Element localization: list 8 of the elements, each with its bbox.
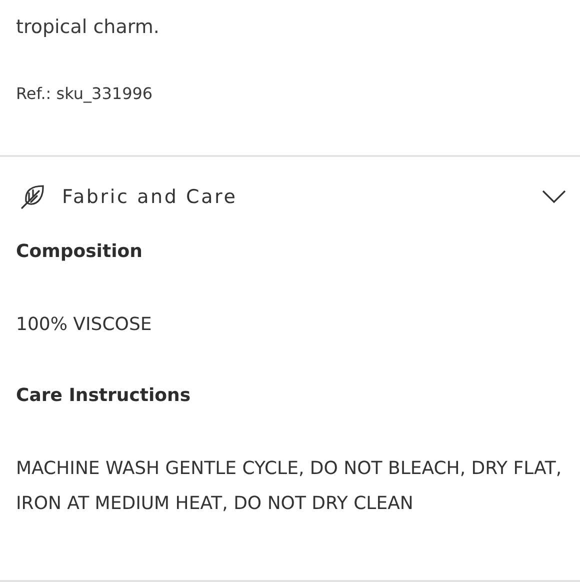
chevron-icon xyxy=(542,190,566,204)
description-text: tropical charm. xyxy=(16,15,160,40)
section-heading: Care Instructions xyxy=(16,384,192,408)
section-text: 100% VISCOSE xyxy=(16,313,153,337)
leaf-icon xyxy=(20,184,46,210)
section-text: MACHINE WASH GENTLE CYCLE, DO NOT BLEACH, DRY FLAT, IRON AT MEDIUM HEAT, DO NOT DRY CLEAN xyxy=(16,457,563,516)
section-heading: Composition xyxy=(16,240,144,264)
reference-text: Ref.: sku_331996 xyxy=(16,84,154,104)
